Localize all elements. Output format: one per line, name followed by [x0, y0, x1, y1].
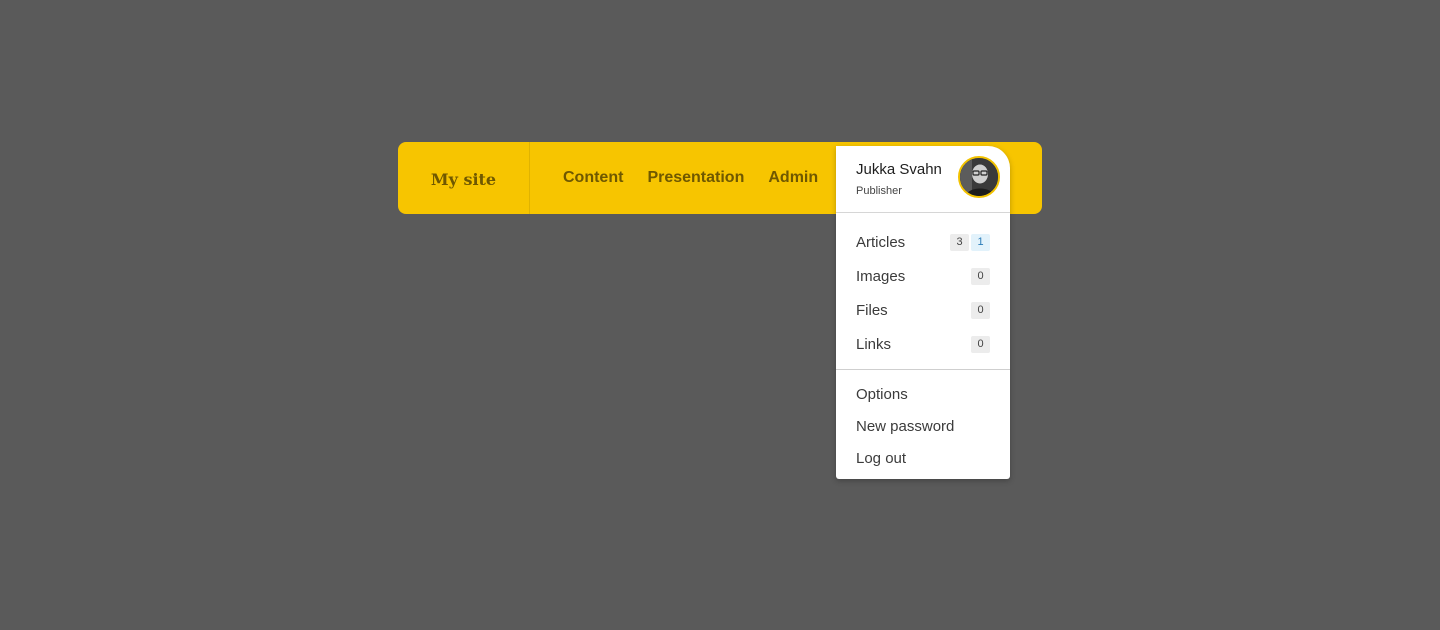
- menu-item-label: Images: [856, 267, 906, 285]
- menu-item-label: Links: [856, 335, 892, 353]
- nav-item-admin[interactable]: Admin: [768, 169, 818, 187]
- menu-item-files[interactable]: Files 0: [836, 293, 1010, 327]
- nav-item-presentation[interactable]: Presentation: [647, 169, 744, 187]
- badge-group: 0: [971, 267, 990, 285]
- menu-item-label: Files: [856, 301, 888, 319]
- nav-item-content[interactable]: Content: [563, 169, 623, 187]
- options-link[interactable]: Options: [836, 378, 1010, 410]
- user-profile-header[interactable]: Jukka Svahn Publisher: [836, 146, 1010, 213]
- avatar[interactable]: [958, 156, 1000, 198]
- user-photo-icon: [960, 158, 998, 196]
- menu-item-label: Articles: [856, 233, 906, 251]
- count-badge: 3: [950, 233, 969, 251]
- badge-group: 3 1: [950, 233, 990, 251]
- count-badge: 0: [971, 301, 990, 319]
- menu-item-images[interactable]: Images 0: [836, 259, 1010, 293]
- user-name: Jukka Svahn: [856, 161, 942, 178]
- badge-group: 0: [971, 301, 990, 319]
- site-name-link[interactable]: My site: [398, 142, 530, 214]
- content-counts-list: Articles 3 1 Images 0 Files 0 Links 0: [836, 213, 1010, 361]
- account-actions: Options New password Log out: [836, 370, 1010, 474]
- count-badge: 0: [971, 335, 990, 353]
- menu-item-links[interactable]: Links 0: [836, 327, 1010, 361]
- menu-item-articles[interactable]: Articles 3 1: [836, 225, 1010, 259]
- count-badge-highlight: 1: [971, 233, 990, 251]
- log-out-link[interactable]: Log out: [836, 442, 1010, 474]
- badge-group: 0: [971, 335, 990, 353]
- nav-menu: Content Presentation Admin E: [563, 142, 853, 214]
- new-password-link[interactable]: New password: [836, 410, 1010, 442]
- user-role: Publisher: [856, 185, 902, 197]
- user-dropdown-menu: Jukka Svahn Publisher Articles 3 1 Image…: [836, 146, 1010, 479]
- count-badge: 0: [971, 267, 990, 285]
